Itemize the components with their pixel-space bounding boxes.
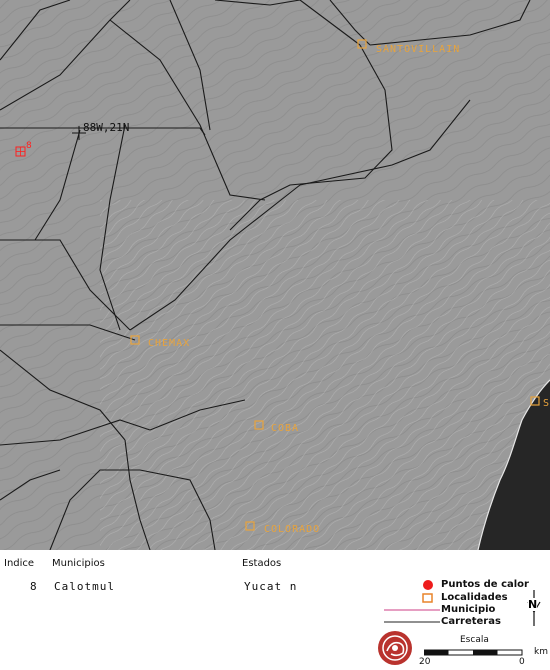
locality-label: S [543,398,550,409]
scale-tick-0: 0 [519,657,525,667]
locality-label: SANTOVILLAIN [376,44,460,55]
north-label: N [528,598,538,611]
header-municipality: Municipios [52,558,105,569]
scale-title: Escala [460,635,489,645]
hotspot-index-label: 8 [26,141,32,151]
roads-legend-line [384,621,440,623]
row-municipality: Calotmul [54,580,115,593]
map-canvas[interactable]: 88W,21N 8 SANTOVILLAIN CHEMAX COBA COLOR… [0,0,550,550]
terrain-contours-light [100,200,550,550]
coordinate-label: 88W,21N [83,121,129,134]
header-state: Estados [242,558,282,569]
row-index: 8 [30,580,38,593]
header-index: Indice [4,558,35,569]
legend-label-municipality: Municipio [441,604,496,615]
scale-bar [424,649,523,656]
locality-label: COBA [271,423,299,434]
scale-tick-20: 20 [419,657,431,667]
institution-logo-icon [378,631,412,665]
map-graphic: 88W,21N 8 SANTOVILLAIN CHEMAX COBA COLOR… [0,0,550,550]
info-panel: Indice Municipios Estados 8 Calotmul Yuc… [0,550,550,670]
locality-legend-icon [422,593,433,603]
locality-label: CHEMAX [148,338,190,349]
legend-label-localities: Localidades [441,592,508,603]
hotspot-legend-icon [423,580,433,590]
municipality-legend-line [384,609,440,611]
legend-label-roads: Carreteras [441,616,501,627]
locality-label: COLORADO [264,524,320,535]
legend-label-hotspots: Puntos de calor [441,579,529,590]
scale-unit: km [534,647,548,657]
row-state: Yucat n [244,580,298,593]
